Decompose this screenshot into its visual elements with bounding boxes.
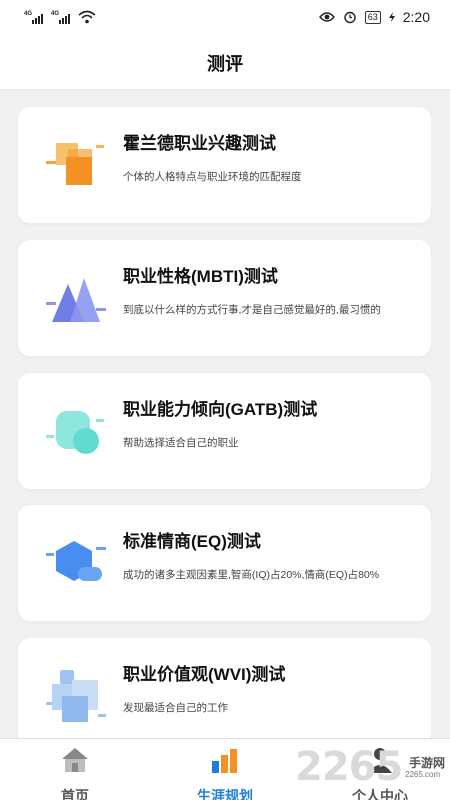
eye-icon bbox=[318, 12, 335, 22]
status-bar: 4G 4G 63 2:20 bbox=[0, 0, 450, 36]
page-title: 测评 bbox=[207, 53, 243, 74]
test-description: 帮助选择适合自己的职业 bbox=[123, 437, 239, 449]
test-card-mbti[interactable]: 职业性格(MBTI)测试 到底以什么样的方式行事,才是自己感觉最好的,最习惯的 bbox=[18, 240, 431, 356]
site-watermark: 2265 手游网 2265.com bbox=[295, 742, 450, 800]
test-card-gatb[interactable]: 职业能力倾向(GATB)测试 帮助选择适合自己的职业 bbox=[18, 373, 431, 489]
mountains-icon bbox=[46, 278, 106, 322]
charging-icon bbox=[388, 12, 395, 22]
test-description: 到底以什么样的方式行事,才是自己感觉最好的,最习惯的 bbox=[123, 304, 381, 316]
test-card-wvi[interactable]: 职业价值观(WVI)测试 发现最适合自己的工作 bbox=[18, 638, 431, 754]
test-description: 个体的人格特点与职业环境的匹配程度 bbox=[123, 171, 302, 183]
test-title: 霍兰德职业兴趣测试 bbox=[123, 134, 276, 153]
tab-label: 生涯规划 bbox=[197, 788, 253, 800]
test-title: 职业性格(MBTI)测试 bbox=[123, 267, 278, 286]
hexagon-icon bbox=[46, 541, 106, 581]
test-title: 职业价值观(WVI)测试 bbox=[123, 665, 286, 684]
watermark-text: 手游网 bbox=[409, 756, 446, 770]
test-card-holland[interactable]: 霍兰德职业兴趣测试 个体的人格特点与职业环境的匹配程度 bbox=[18, 107, 431, 223]
signal-icon: 4G bbox=[51, 11, 70, 24]
blocks-icon bbox=[46, 143, 104, 185]
test-title: 职业能力倾向(GATB)测试 bbox=[123, 400, 318, 419]
status-left: 4G 4G bbox=[24, 10, 96, 24]
watermark-number: 2265 bbox=[295, 744, 403, 790]
bar-chart-icon bbox=[212, 749, 237, 773]
signal-label: 4G bbox=[24, 11, 33, 17]
test-title: 标准情商(EQ)测试 bbox=[123, 532, 261, 551]
status-time: 2:20 bbox=[402, 9, 430, 25]
battery-indicator: 63 bbox=[364, 10, 381, 24]
test-description: 成功的诸多主观因素里,智商(IQ)占20%,情商(EQ)占80% bbox=[123, 569, 380, 581]
status-right: 63 2:20 bbox=[318, 9, 430, 25]
wifi-icon bbox=[78, 10, 96, 24]
tab-career-planning[interactable]: 生涯规划 bbox=[175, 745, 275, 800]
test-description: 发现最适合自己的工作 bbox=[123, 702, 228, 714]
app-header: 测评 bbox=[0, 36, 450, 90]
tab-home[interactable]: 首页 bbox=[25, 745, 125, 800]
squares-icon bbox=[46, 670, 106, 722]
bubbles-icon bbox=[46, 411, 104, 454]
alarm-icon bbox=[344, 11, 356, 24]
signal-label: 4G bbox=[51, 11, 60, 17]
tab-label: 首页 bbox=[61, 788, 89, 800]
test-card-eq[interactable]: 标准情商(EQ)测试 成功的诸多主观因素里,智商(IQ)占20%,情商(EQ)占… bbox=[18, 505, 431, 621]
watermark-url: 2265.com bbox=[405, 770, 441, 779]
signal-icon: 4G bbox=[24, 11, 43, 24]
home-icon bbox=[62, 748, 88, 772]
